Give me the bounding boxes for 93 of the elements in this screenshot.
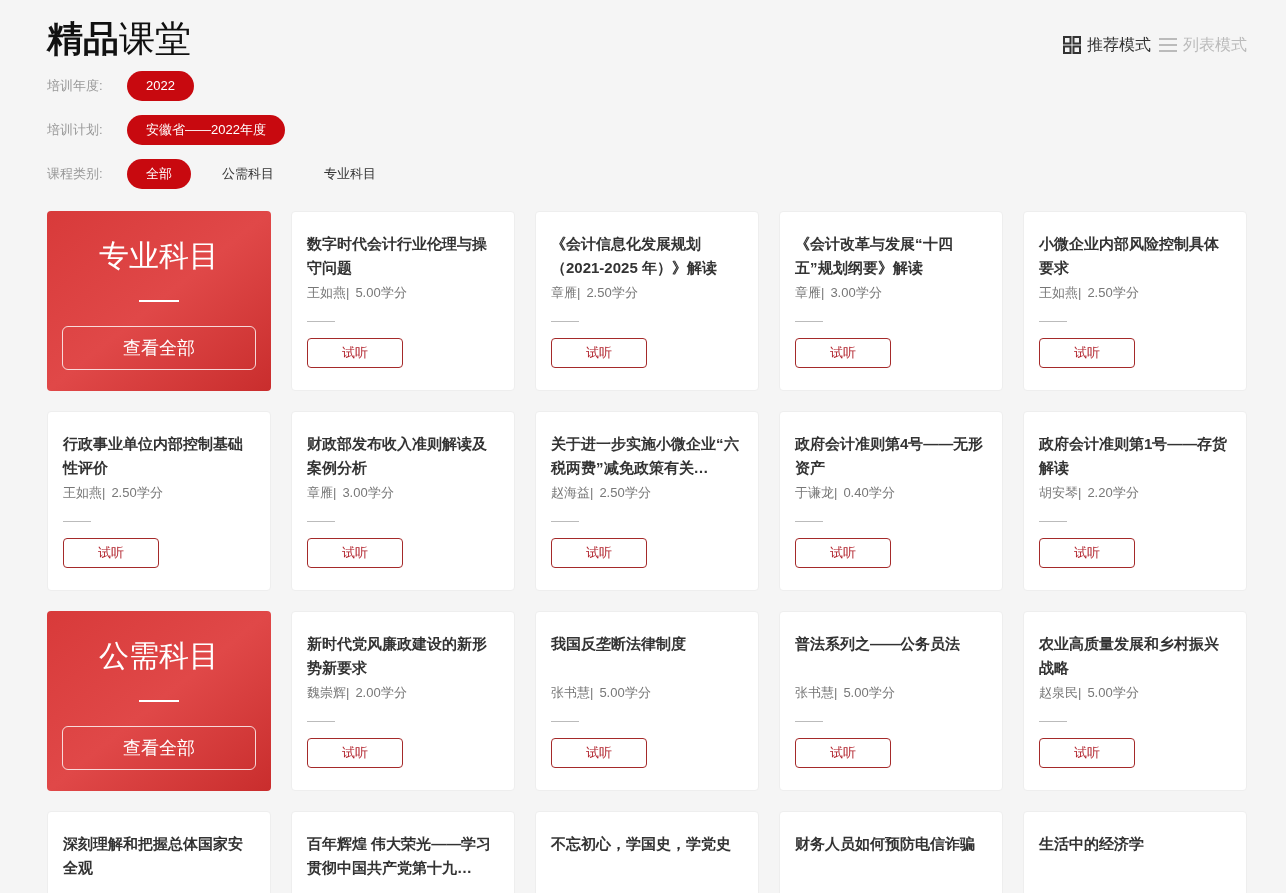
preview-button[interactable]: 试听 bbox=[795, 738, 891, 768]
filter-option[interactable]: 专业科目 bbox=[305, 159, 395, 189]
course-title: 财政部发布收入准则解读及案例分析 bbox=[307, 434, 488, 478]
course-card[interactable]: 关于进一步实施小微企业“六税两费”减免政策有关… 赵海益| 2.50学分 试听 bbox=[535, 411, 759, 591]
preview-button[interactable]: 试听 bbox=[1039, 338, 1135, 368]
teacher-name: 赵泉民| bbox=[1039, 684, 1082, 702]
course-title: 《会计信息化发展规划（2021-2025 年）》解读 bbox=[551, 234, 718, 278]
teacher-name: 胡安琴| bbox=[1039, 484, 1082, 502]
preview-button[interactable]: 试听 bbox=[551, 738, 647, 768]
view-all-button[interactable]: 查看全部 bbox=[62, 726, 256, 770]
course-title: 小微企业内部风险控制具体要求 bbox=[1039, 234, 1220, 278]
course-card[interactable]: 财政部发布收入准则解读及案例分析 章雁| 3.00学分 试听 bbox=[291, 411, 515, 591]
course-credits: 5.00学分 bbox=[1087, 684, 1139, 702]
preview-button[interactable]: 试听 bbox=[1039, 538, 1135, 568]
course-title: 政府会计准则第4号——无形资产 bbox=[795, 434, 985, 478]
course-credits: 5.00学分 bbox=[599, 684, 651, 702]
course-card[interactable]: 深刻理解和把握总体国家安全观 bbox=[47, 811, 271, 893]
course-credits: 0.40学分 bbox=[843, 484, 895, 502]
course-card[interactable]: 政府会计准则第1号——存货解读 胡安琴| 2.20学分 试听 bbox=[1023, 411, 1247, 591]
preview-button[interactable]: 试听 bbox=[551, 338, 647, 368]
filter-option[interactable]: 2022 bbox=[127, 71, 194, 101]
course-card[interactable]: 数字时代会计行业伦理与操守问题 王如燕| 5.00学分 试听 bbox=[291, 211, 515, 391]
filter-option[interactable]: 公需科目 bbox=[203, 159, 293, 189]
course-title: 《会计改革与发展“十四五”规划纲要》解读 bbox=[795, 234, 954, 278]
course-card[interactable]: 政府会计准则第4号——无形资产 于谦龙| 0.40学分 试听 bbox=[779, 411, 1003, 591]
teacher-name: 于谦龙| bbox=[795, 484, 838, 502]
list-icon bbox=[1159, 36, 1177, 53]
course-title: 政府会计准则第1号——存货解读 bbox=[1039, 434, 1229, 478]
course-credits: 2.50学分 bbox=[1087, 284, 1139, 302]
page-title: 精品课堂 bbox=[47, 16, 191, 61]
preview-button[interactable]: 试听 bbox=[307, 538, 403, 568]
course-credits: 3.00学分 bbox=[342, 484, 394, 502]
course-title: 深刻理解和把握总体国家安全观 bbox=[63, 834, 244, 878]
course-title: 农业高质量发展和乡村振兴战略 bbox=[1039, 634, 1220, 678]
filter-label: 培训计划: bbox=[47, 121, 104, 140]
view-all-button[interactable]: 查看全部 bbox=[62, 326, 256, 370]
filter-label: 培训年度: bbox=[47, 77, 104, 96]
preview-button[interactable]: 试听 bbox=[307, 338, 403, 368]
course-title: 新时代党风廉政建设的新形势新要求 bbox=[307, 634, 488, 678]
course-title: 数字时代会计行业伦理与操守问题 bbox=[307, 234, 488, 278]
course-card[interactable]: 百年辉煌 伟大荣光——学习贯彻中国共产党第十九… bbox=[291, 811, 515, 893]
course-title: 百年辉煌 伟大荣光——学习贯彻中国共产党第十九… bbox=[307, 834, 493, 878]
teacher-name: 章雁| bbox=[795, 284, 825, 302]
teacher-name: 王如燕| bbox=[63, 484, 106, 502]
teacher-name: 章雁| bbox=[307, 484, 337, 502]
course-title: 生活中的经济学 bbox=[1039, 834, 1145, 854]
preview-button[interactable]: 试听 bbox=[1039, 738, 1135, 768]
preview-button[interactable]: 试听 bbox=[551, 538, 647, 568]
course-card[interactable]: 我国反垄断法律制度 张书慧| 5.00学分 试听 bbox=[535, 611, 759, 791]
course-credits: 2.50学分 bbox=[599, 484, 651, 502]
course-credits: 2.00学分 bbox=[355, 684, 407, 702]
teacher-name: 张书慧| bbox=[795, 684, 838, 702]
course-card[interactable]: 生活中的经济学 bbox=[1023, 811, 1247, 893]
course-title: 不忘初心，学国史，学党史 bbox=[551, 834, 732, 854]
course-card[interactable]: 《会计信息化发展规划（2021-2025 年）》解读 章雁| 2.50学分 试听 bbox=[535, 211, 759, 391]
preview-button[interactable]: 试听 bbox=[307, 738, 403, 768]
course-credits: 5.00学分 bbox=[843, 684, 895, 702]
course-card[interactable]: 不忘初心，学国史，学党史 bbox=[535, 811, 759, 893]
preview-button[interactable]: 试听 bbox=[63, 538, 159, 568]
preview-button[interactable]: 试听 bbox=[795, 338, 891, 368]
course-card[interactable]: 小微企业内部风险控制具体要求 王如燕| 2.50学分 试听 bbox=[1023, 211, 1247, 391]
course-credits: 2.50学分 bbox=[586, 284, 638, 302]
category-title: 专业科目 bbox=[99, 238, 219, 274]
category-title: 公需科目 bbox=[99, 638, 219, 674]
filter-label: 课程类别: bbox=[47, 165, 104, 184]
category-card[interactable]: 专业科目 查看全部 bbox=[47, 211, 271, 391]
course-card[interactable]: 普法系列之——公务员法 张书慧| 5.00学分 试听 bbox=[779, 611, 1003, 791]
course-title: 关于进一步实施小微企业“六税两费”减免政策有关… bbox=[551, 434, 740, 478]
course-credits: 2.20学分 bbox=[1087, 484, 1139, 502]
course-credits: 2.50学分 bbox=[111, 484, 163, 502]
course-card[interactable]: 农业高质量发展和乡村振兴战略 赵泉民| 5.00学分 试听 bbox=[1023, 611, 1247, 791]
preview-button[interactable]: 试听 bbox=[795, 538, 891, 568]
teacher-name: 王如燕| bbox=[1039, 284, 1082, 302]
filter-option[interactable]: 全部 bbox=[127, 159, 191, 189]
course-title: 行政事业单位内部控制基础性评价 bbox=[63, 434, 244, 478]
filter-option[interactable]: 安徽省——2022年度 bbox=[127, 115, 285, 145]
course-title: 财务人员如何预防电信诈骗 bbox=[795, 834, 976, 854]
course-title: 我国反垄断法律制度 bbox=[551, 634, 687, 654]
teacher-name: 张书慧| bbox=[551, 684, 594, 702]
teacher-name: 章雁| bbox=[551, 284, 581, 302]
course-title: 普法系列之——公务员法 bbox=[795, 634, 961, 654]
course-card[interactable]: 行政事业单位内部控制基础性评价 王如燕| 2.50学分 试听 bbox=[47, 411, 271, 591]
grid-icon bbox=[1063, 35, 1081, 54]
course-card[interactable]: 财务人员如何预防电信诈骗 bbox=[779, 811, 1003, 893]
teacher-name: 魏崇辉| bbox=[307, 684, 350, 702]
category-card[interactable]: 公需科目 查看全部 bbox=[47, 611, 271, 791]
teacher-name: 赵海益| bbox=[551, 484, 594, 502]
course-card[interactable]: 新时代党风廉政建设的新形势新要求 魏崇辉| 2.00学分 试听 bbox=[291, 611, 515, 791]
teacher-name: 王如燕| bbox=[307, 284, 350, 302]
view-mode-toggle[interactable]: 推荐模式 bbox=[1063, 32, 1151, 57]
course-card[interactable]: 《会计改革与发展“十四五”规划纲要》解读 章雁| 3.00学分 试听 bbox=[779, 211, 1003, 391]
course-credits: 3.00学分 bbox=[830, 284, 882, 302]
course-credits: 5.00学分 bbox=[355, 284, 407, 302]
